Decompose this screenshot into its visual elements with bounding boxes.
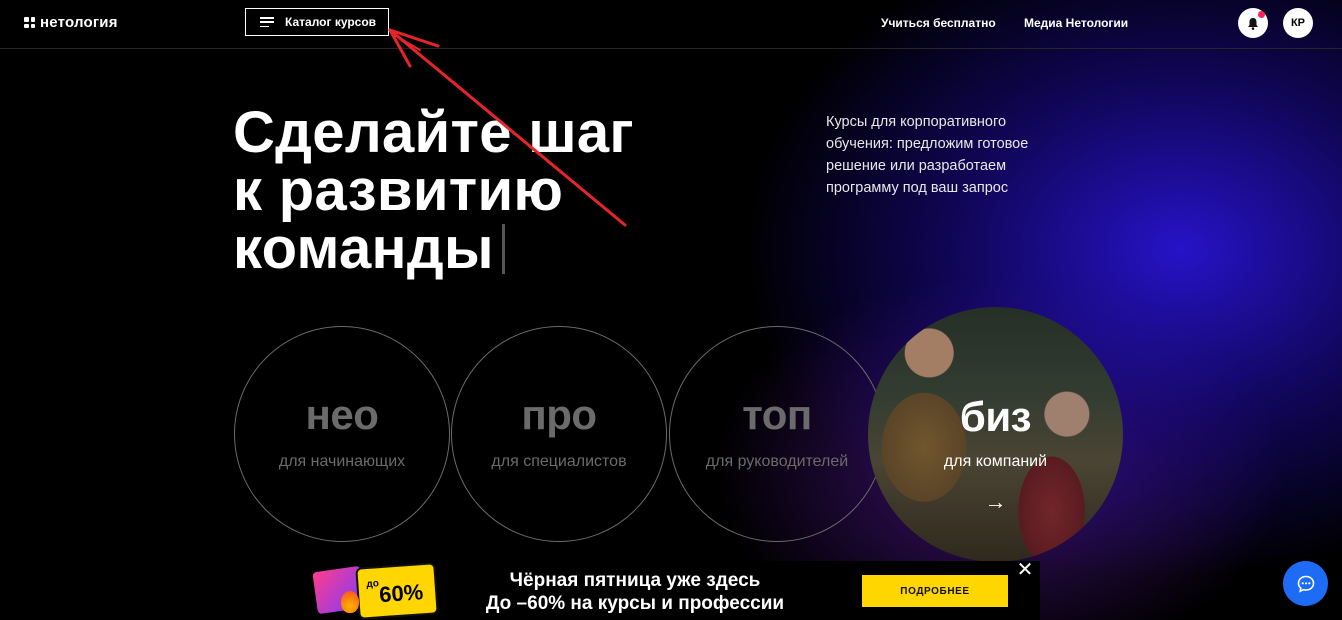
course-catalog-button[interactable]: Каталог курсов	[245, 8, 389, 36]
discount-prefix: до	[366, 578, 380, 591]
hero-title-line-3-wrap: команды	[233, 220, 634, 278]
level-name: биз	[959, 393, 1032, 440]
hero-title: Сделайте шаг к развитию команды	[233, 104, 634, 278]
level-name: нео	[305, 391, 379, 438]
fire-icon	[341, 591, 359, 613]
nav-link-media[interactable]: Медиа Нетологии	[1024, 16, 1128, 30]
chat-icon	[1297, 575, 1314, 593]
promo-line-2: До –60% на курсы и профессии	[485, 593, 785, 614]
menu-icon	[260, 17, 274, 27]
course-catalog-label: Каталог курсов	[285, 15, 377, 29]
chat-button[interactable]	[1283, 561, 1328, 606]
discount-tag: до 60%	[355, 562, 439, 620]
user-avatar[interactable]: КР	[1283, 8, 1313, 38]
promo-line-1: Чёрная пятница уже здесь	[509, 570, 761, 591]
logo-text: нетология	[40, 14, 118, 31]
page-background	[0, 0, 1342, 620]
promo-banner: до 60% Чёрная пятница уже здесь До –60% …	[305, 560, 1040, 620]
hero-title-line-3: команды	[233, 216, 494, 281]
level-caption: для начинающих	[278, 453, 406, 470]
level-name: топ	[742, 391, 812, 438]
level-card-biz[interactable]: биз для компаний →	[868, 307, 1123, 562]
bell-icon	[1248, 17, 1258, 30]
level-caption: для компаний	[943, 453, 1048, 470]
level-card-pro[interactable]: про для специалистов	[451, 326, 667, 542]
logo-icon	[24, 17, 35, 28]
site-header: нетология Каталог курсов Учиться бесплат…	[0, 0, 1342, 49]
discount-value: 60%	[378, 579, 425, 608]
hero-title-line-2: к развитию	[233, 158, 564, 223]
promo-illustration: до 60%	[305, 561, 439, 620]
text-cursor	[501, 224, 505, 274]
notification-badge	[1258, 11, 1265, 18]
hero-description: Курсы для корпоративного обучения: предл…	[826, 114, 1029, 196]
promo-details-button[interactable]: ПОДРОБНЕЕ	[862, 575, 1008, 607]
nav-link-free-learning[interactable]: Учиться бесплатно	[881, 16, 996, 30]
level-card-neo[interactable]: нео для начинающих	[234, 326, 450, 542]
level-name: про	[521, 391, 597, 438]
level-caption: для специалистов	[491, 453, 627, 470]
hero-title-line-1: Сделайте шаг	[233, 100, 634, 165]
level-card-top[interactable]: топ для руководителей	[669, 326, 885, 542]
notifications-button[interactable]	[1238, 8, 1268, 38]
arrow-right-icon: →	[984, 489, 1007, 514]
level-caption: для руководителей	[705, 453, 849, 470]
promo-text: Чёрная пятница уже здесь До –60% на курс…	[445, 569, 825, 615]
logo[interactable]: нетология	[24, 14, 118, 31]
close-icon[interactable]: ✕	[1016, 560, 1034, 580]
